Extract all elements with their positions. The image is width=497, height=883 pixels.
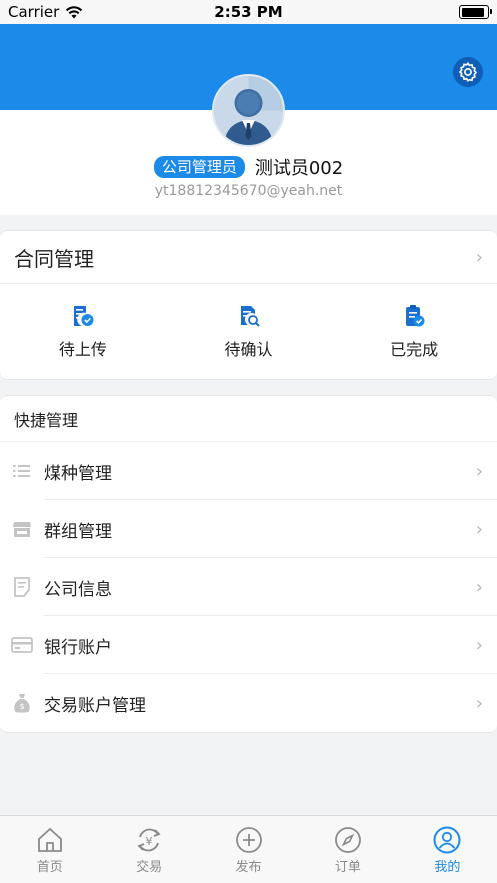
exchange-icon: ¥ [137, 828, 161, 852]
tab-label: 我的 [434, 860, 461, 875]
tab-publish[interactable]: 发布 [199, 816, 298, 883]
money-bag-icon: $ [0, 693, 44, 713]
battery-icon [459, 5, 492, 19]
quick-management-card: 快捷管理 煤种管理 › 群组管理 › 公司信息 › 银行账户 › $ 交易账户管… [0, 395, 497, 733]
gear-icon [458, 61, 478, 82]
quick-item-trade-account[interactable]: $ 交易账户管理 › [0, 674, 497, 732]
role-badge: 公司管理员 [153, 156, 245, 178]
chevron-right-icon: › [475, 460, 483, 482]
store-icon [0, 520, 44, 538]
chevron-right-icon: › [475, 576, 483, 598]
contract-title: 合同管理 [14, 246, 94, 271]
contract-pending-upload[interactable]: 待上传 [0, 284, 166, 380]
tab-bar: 首页 ¥ 交易 发布 订单 我的 [0, 815, 497, 883]
user-icon [433, 826, 461, 854]
name-row: 公司管理员 测试员002 [0, 154, 497, 180]
quick-item-bank-account[interactable]: 银行账户 › [0, 616, 497, 674]
svg-text:¥: ¥ [146, 835, 153, 848]
card-icon [0, 637, 44, 653]
home-icon [37, 827, 62, 852]
tab-label: 交易 [136, 860, 163, 875]
settings-button[interactable] [453, 57, 483, 87]
contract-item-label: 待上传 [58, 340, 107, 359]
contract-management-row[interactable]: 合同管理 › [0, 231, 497, 284]
chevron-right-icon: › [475, 634, 483, 656]
search-doc-icon [240, 306, 260, 327]
tab-trade[interactable]: ¥ 交易 [99, 816, 198, 883]
status-bar: Carrier 2:53 PM [0, 0, 497, 24]
avatar[interactable] [212, 74, 285, 147]
list-icon [0, 463, 44, 479]
chevron-right-icon: › [475, 518, 483, 540]
quick-item-label: 煤种管理 [44, 463, 112, 484]
quick-item-label: 公司信息 [44, 579, 112, 600]
chevron-right-icon: › [475, 692, 483, 714]
user-name: 测试员002 [254, 158, 344, 179]
upload-doc-icon [73, 306, 94, 326]
quick-management-title: 快捷管理 [0, 396, 497, 442]
user-email: yt18812345670@yeah.net [154, 183, 343, 199]
document-icon [0, 577, 44, 597]
contract-card: 合同管理 › 待上传 待确认 已完成 [0, 230, 497, 380]
contract-items: 待上传 待确认 已完成 [0, 284, 497, 380]
tab-orders[interactable]: 订单 [298, 816, 397, 883]
tab-mine[interactable]: 我的 [398, 816, 497, 883]
compass-icon [335, 827, 361, 853]
contract-item-label: 待确认 [224, 340, 273, 359]
tab-label: 首页 [36, 860, 63, 875]
quick-item-groups[interactable]: 群组管理 › [0, 500, 497, 558]
quick-item-label: 银行账户 [44, 637, 112, 658]
quick-item-label: 群组管理 [44, 521, 112, 542]
contract-item-label: 已完成 [390, 340, 439, 359]
contract-completed[interactable]: 已完成 [331, 284, 497, 380]
svg-text:$: $ [19, 702, 24, 711]
quick-item-coal-types[interactable]: 煤种管理 › [0, 442, 497, 500]
user-avatar-icon [214, 76, 283, 145]
quick-item-company-info[interactable]: 公司信息 › [0, 558, 497, 616]
status-time: 2:53 PM [214, 3, 283, 21]
tab-label: 订单 [334, 860, 361, 875]
quick-item-label: 交易账户管理 [44, 695, 146, 716]
contract-pending-confirm[interactable]: 待确认 [166, 284, 332, 380]
tab-home[interactable]: 首页 [0, 816, 99, 883]
status-right [459, 5, 492, 19]
check-clipboard-icon [406, 305, 425, 327]
tab-label: 发布 [235, 860, 262, 875]
plus-circle-icon [235, 827, 262, 853]
chevron-right-icon: › [475, 246, 483, 268]
battery-fill [461, 7, 485, 17]
